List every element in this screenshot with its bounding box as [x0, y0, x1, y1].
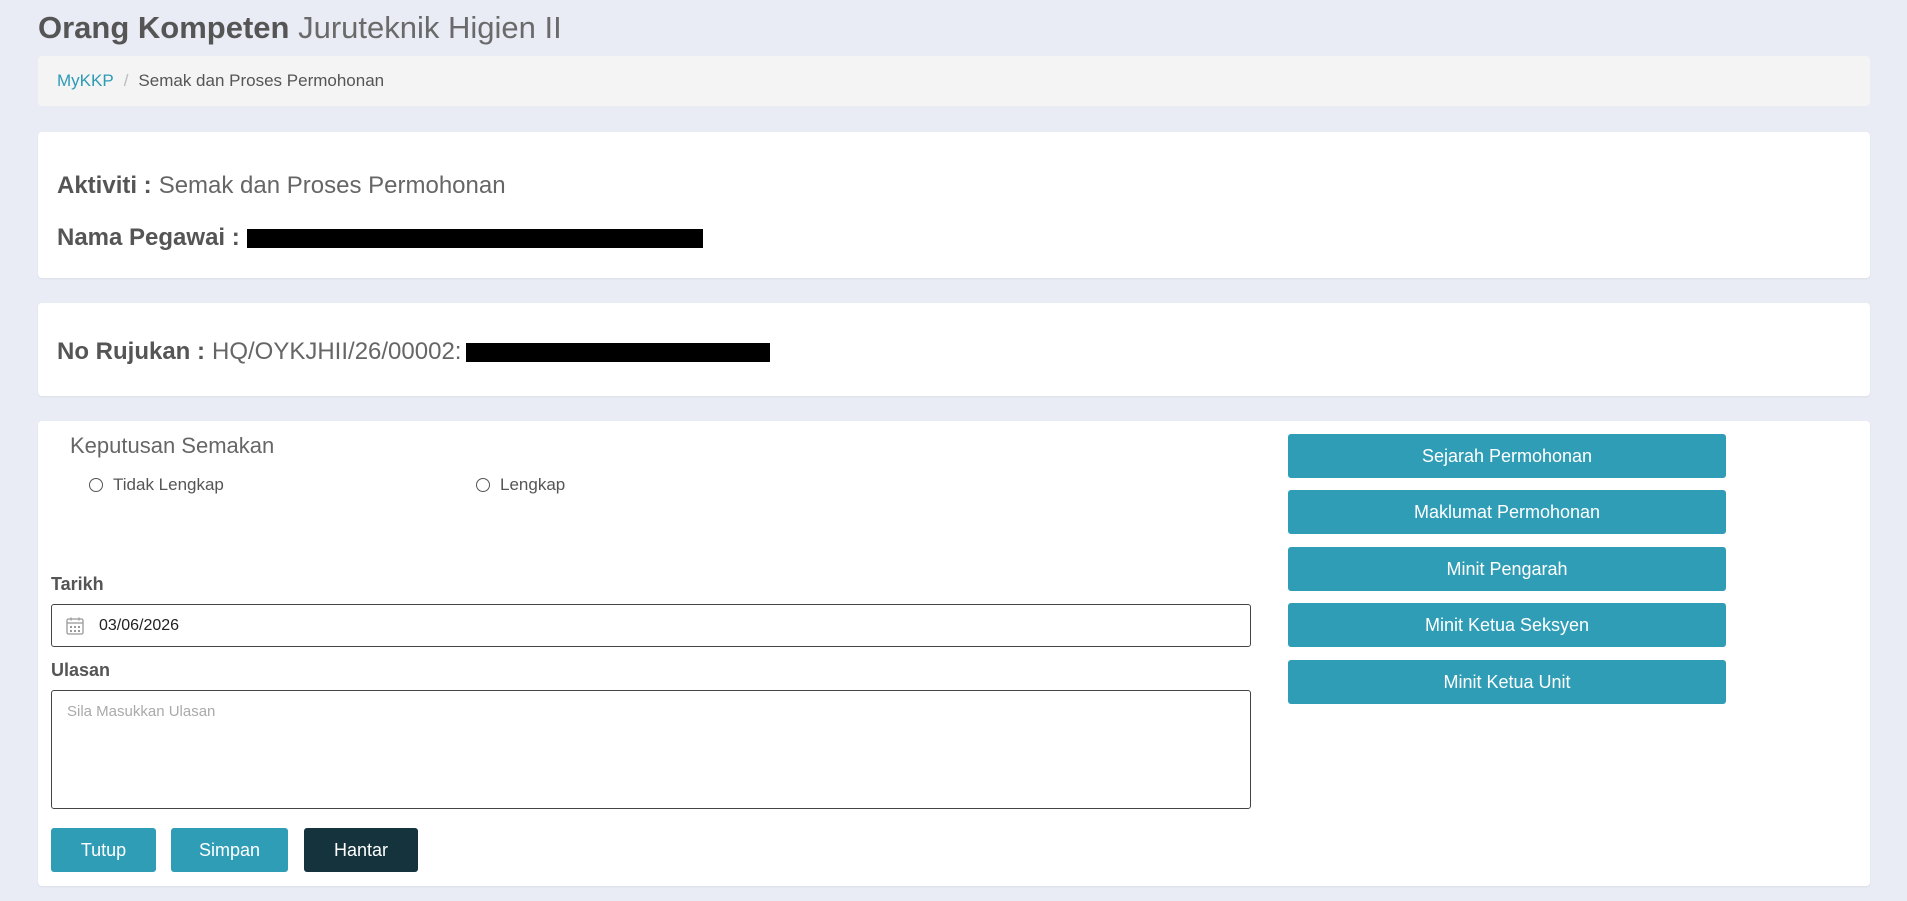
activity-value: Semak dan Proses Permohonan	[158, 172, 506, 199]
date-value: 03/06/2026	[99, 616, 180, 634]
page-title: Orang Kompeten Juruteknik Higien II	[38, 8, 562, 48]
employee-line: Nama Pegawai :	[57, 224, 703, 252]
calendar-icon	[66, 617, 84, 635]
submit-button[interactable]: Hantar	[304, 828, 418, 872]
save-button[interactable]: Simpan	[171, 828, 288, 872]
radio-tidak-lengkap[interactable]: Tidak Lengkap	[89, 475, 224, 495]
employee-label: Nama Pegawai :	[57, 224, 240, 251]
reference-label: No Rujukan :	[57, 338, 205, 365]
breadcrumb: MyKKP / Semak dan Proses Permohonan	[38, 56, 1870, 106]
page-title-bold: Orang Kompeten	[38, 10, 290, 45]
reference-value: HQ/OYKJHII/26/00002:	[212, 338, 462, 365]
date-field[interactable]: 03/06/2026	[51, 604, 1251, 647]
radio-tidak-lengkap-label: Tidak Lengkap	[113, 475, 224, 494]
application-info-button[interactable]: Maklumat Permohonan	[1288, 490, 1726, 534]
reference-card: No Rujukan : HQ/OYKJHII/26/00002:	[38, 303, 1870, 396]
employee-name-redacted	[246, 228, 703, 248]
page: Orang Kompeten Juruteknik Higien II MyKK…	[0, 0, 1907, 901]
breadcrumb-current: Semak dan Proses Permohonan	[138, 71, 385, 90]
decision-title: Keputusan Semakan	[70, 433, 275, 458]
review-card: Keputusan Semakan Tidak Lengkap Lengkap …	[38, 421, 1870, 886]
comment-label: Ulasan	[51, 660, 111, 680]
unit-head-minutes-button[interactable]: Minit Ketua Unit	[1288, 660, 1726, 704]
breadcrumb-home-link[interactable]: MyKKP	[57, 71, 114, 91]
application-history-button[interactable]: Sejarah Permohonan	[1288, 434, 1726, 478]
activity-line: Aktiviti : Semak dan Proses Permohonan	[57, 172, 506, 200]
close-button[interactable]: Tutup	[51, 828, 156, 872]
section-head-minutes-button[interactable]: Minit Ketua Seksyen	[1288, 603, 1726, 647]
director-minutes-button[interactable]: Minit Pengarah	[1288, 547, 1726, 591]
radio-lengkap-label: Lengkap	[500, 475, 566, 494]
radio-circle-icon[interactable]	[89, 478, 103, 492]
activity-label: Aktiviti :	[57, 172, 152, 199]
breadcrumb-separator: /	[123, 71, 129, 90]
comment-textarea[interactable]: Sila Masukkan Ulasan	[51, 690, 1251, 809]
page-title-light: Juruteknik Higien II	[298, 10, 562, 45]
activity-card: Aktiviti : Semak dan Proses Permohonan N…	[38, 132, 1870, 278]
radio-lengkap[interactable]: Lengkap	[476, 475, 565, 495]
reference-line: No Rujukan : HQ/OYKJHII/26/00002:	[57, 338, 771, 366]
radio-circle-icon[interactable]	[476, 478, 490, 492]
date-label: Tarikh	[51, 574, 104, 594]
reference-redacted	[466, 342, 771, 362]
